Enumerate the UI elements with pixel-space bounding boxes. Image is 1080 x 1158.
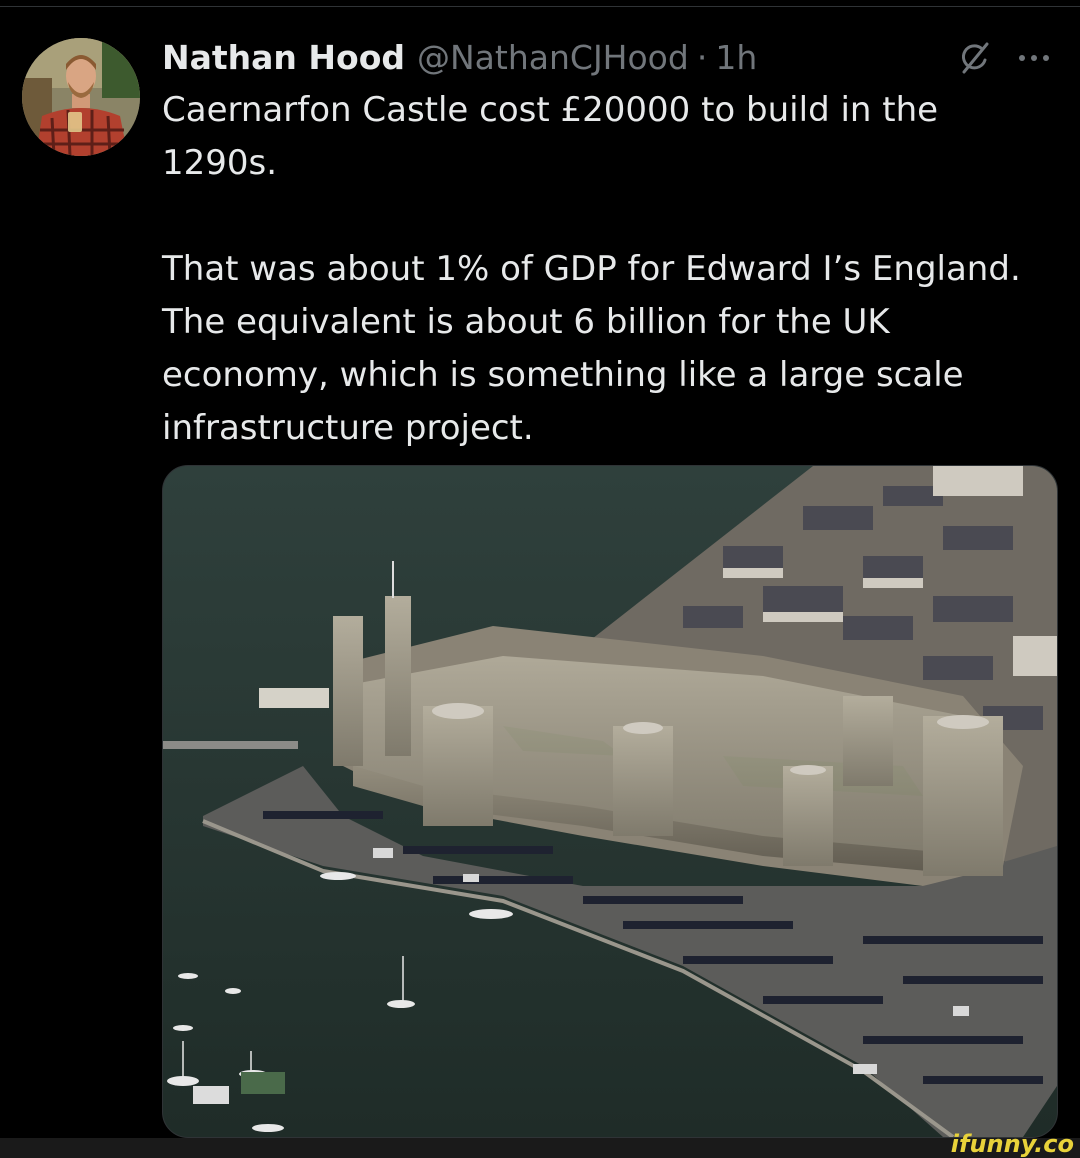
grok-icon[interactable] [956, 40, 992, 76]
author-name[interactable]: Nathan Hood [162, 38, 405, 77]
separator: · [696, 37, 708, 77]
tweet-media-image[interactable] [162, 465, 1058, 1138]
divider [0, 6, 1080, 7]
tweet-header: Nathan Hood @NathanCJHood · 1h [162, 34, 757, 80]
avatar-photo [22, 38, 140, 156]
more-options-icon[interactable] [1016, 50, 1052, 64]
tweet-text: Caernarfon Castle cost £20000 to build i… [162, 90, 1021, 448]
castle-aerial-photo [163, 466, 1057, 1137]
watermark-logo: ifunny.co [950, 1130, 1074, 1158]
tweet-screen: Nathan Hood @NathanCJHood · 1h Caernarfo… [0, 0, 1080, 1158]
bottom-bar [0, 1138, 1080, 1158]
timestamp[interactable]: 1h [715, 38, 757, 77]
author-handle[interactable]: @NathanCJHood [417, 38, 689, 77]
avatar[interactable] [22, 38, 140, 156]
